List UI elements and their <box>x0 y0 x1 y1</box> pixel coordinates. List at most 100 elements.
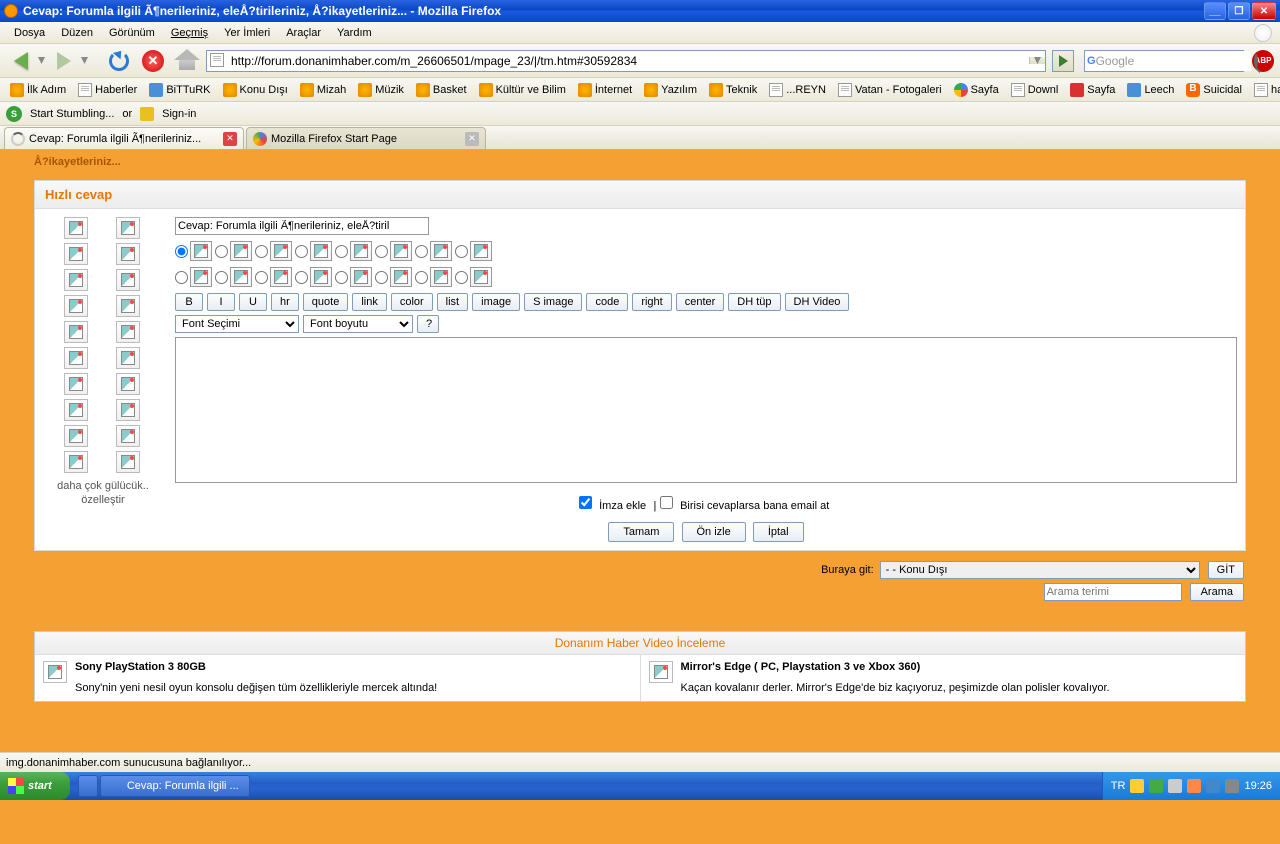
emoji-button[interactable] <box>116 295 140 317</box>
help-button[interactable]: ? <box>417 315 439 333</box>
cancel-button[interactable]: İptal <box>753 522 804 542</box>
color-radio[interactable] <box>335 245 348 258</box>
color-option[interactable] <box>455 267 492 287</box>
color-option[interactable] <box>335 267 372 287</box>
submit-button[interactable]: Tamam <box>608 522 674 542</box>
signin-link[interactable]: Sign-in <box>162 108 196 120</box>
emoji-button[interactable] <box>116 399 140 421</box>
color-radio[interactable] <box>175 245 188 258</box>
back-dropdown[interactable] <box>38 57 45 64</box>
message-textarea[interactable] <box>175 337 1237 483</box>
search-input[interactable] <box>1096 51 1251 71</box>
center-button[interactable]: center <box>676 293 725 311</box>
quicklaunch-desktop[interactable] <box>78 775 98 797</box>
emoji-button[interactable] <box>116 217 140 239</box>
color-radio[interactable] <box>295 271 308 284</box>
subject-input[interactable] <box>175 217 429 235</box>
forum-search-button[interactable]: Arama <box>1190 583 1244 601</box>
customize-link[interactable]: özelleştir <box>81 494 124 506</box>
font-size-select[interactable]: Font boyutu <box>303 315 413 333</box>
emoji-button[interactable] <box>116 451 140 473</box>
start-button[interactable]: start <box>0 772 70 800</box>
tray-icon[interactable] <box>1149 779 1163 793</box>
simage-button[interactable]: S image <box>524 293 582 311</box>
color-option[interactable] <box>375 241 412 261</box>
menu-help[interactable]: Yardım <box>329 24 380 42</box>
bookmark-item[interactable]: Mizah <box>296 81 350 99</box>
url-dropdown[interactable] <box>1029 57 1045 64</box>
color-button[interactable]: color <box>391 293 433 311</box>
underline-button[interactable]: U <box>239 293 267 311</box>
emoji-button[interactable] <box>116 347 140 369</box>
bookmark-item[interactable]: Basket <box>412 81 471 99</box>
stop-button[interactable]: ✕ <box>138 47 168 75</box>
bookmark-item[interactable]: Yazılım <box>640 81 701 99</box>
goto-select[interactable]: - - Konu Dışı <box>880 561 1200 579</box>
color-option[interactable] <box>415 267 452 287</box>
color-radio[interactable] <box>255 271 268 284</box>
close-button[interactable]: ✕ <box>1252 2 1276 20</box>
video-title-2[interactable]: Mirror's Edge ( PC, Playstation 3 ve Xbo… <box>681 661 1110 673</box>
color-radio[interactable] <box>175 271 188 284</box>
tab-active[interactable]: Cevap: Forumla ilgili Ã¶nerileriniz... ✕ <box>4 127 244 149</box>
url-input[interactable] <box>229 51 1029 71</box>
bookmark-item[interactable]: Suicidal <box>1182 81 1246 99</box>
italic-button[interactable]: I <box>207 293 235 311</box>
emoji-button[interactable] <box>64 321 88 343</box>
email-checkbox[interactable] <box>660 496 673 509</box>
color-option[interactable] <box>295 241 332 261</box>
emoji-button[interactable] <box>64 425 88 447</box>
back-button[interactable] <box>6 47 36 75</box>
home-button[interactable] <box>172 47 202 75</box>
color-option[interactable] <box>455 241 492 261</box>
font-select[interactable]: Font Seçimi <box>175 315 299 333</box>
menu-history[interactable]: Geçmiş <box>163 24 216 42</box>
forum-search-input[interactable] <box>1044 583 1182 601</box>
bookmark-item[interactable]: Vatan - Fotogaleri <box>834 81 946 99</box>
search-bar[interactable]: G <box>1084 50 1244 72</box>
color-option[interactable] <box>175 241 212 261</box>
search-icon[interactable] <box>1254 54 1258 68</box>
color-radio[interactable] <box>255 245 268 258</box>
color-radio[interactable] <box>295 245 308 258</box>
clock[interactable]: 19:26 <box>1244 780 1272 792</box>
video-title-1[interactable]: Sony PlayStation 3 80GB <box>75 661 437 673</box>
start-stumbling-link[interactable]: Start Stumbling... <box>30 108 114 120</box>
color-option[interactable] <box>375 267 412 287</box>
tray-icon[interactable] <box>1130 779 1144 793</box>
color-radio[interactable] <box>335 271 348 284</box>
tray-icon[interactable] <box>1168 779 1182 793</box>
color-option[interactable] <box>255 267 292 287</box>
url-bar[interactable] <box>206 50 1046 72</box>
emoji-button[interactable] <box>64 373 88 395</box>
menu-tools[interactable]: Araçlar <box>278 24 329 42</box>
bookmark-item[interactable]: Sayfa <box>950 81 1003 99</box>
maximize-button[interactable]: ❐ <box>1228 2 1250 20</box>
menu-view[interactable]: Görünüm <box>101 24 163 42</box>
emoji-button[interactable] <box>64 451 88 473</box>
dhtup-button[interactable]: DH tüp <box>728 293 780 311</box>
bookmark-item[interactable]: Teknik <box>705 81 761 99</box>
emoji-button[interactable] <box>64 399 88 421</box>
more-emoji-link[interactable]: daha çok gülücük.. <box>57 480 149 492</box>
tab-close-button[interactable]: ✕ <box>223 132 237 146</box>
color-radio[interactable] <box>375 245 388 258</box>
go-button[interactable] <box>1052 50 1074 72</box>
tab-inactive[interactable]: Mozilla Firefox Start Page ✕ <box>246 127 486 149</box>
minimize-button[interactable]: __ <box>1204 2 1226 20</box>
preview-button[interactable]: Ön izle <box>682 522 746 542</box>
forward-button[interactable] <box>49 47 79 75</box>
emoji-button[interactable] <box>116 425 140 447</box>
emoji-button[interactable] <box>116 243 140 265</box>
bookmark-item[interactable]: Downl <box>1007 81 1063 99</box>
image-button[interactable]: image <box>472 293 520 311</box>
menu-file[interactable]: Dosya <box>6 24 53 42</box>
emoji-button[interactable] <box>64 269 88 291</box>
tray-icon[interactable] <box>1206 779 1220 793</box>
bookmark-item[interactable]: İnternet <box>574 81 636 99</box>
bookmark-item[interactable]: hay... <box>1250 81 1280 99</box>
emoji-button[interactable] <box>64 347 88 369</box>
emoji-button[interactable] <box>64 295 88 317</box>
list-button[interactable]: list <box>437 293 468 311</box>
bookmark-item[interactable]: Kültür ve Bilim <box>475 81 570 99</box>
